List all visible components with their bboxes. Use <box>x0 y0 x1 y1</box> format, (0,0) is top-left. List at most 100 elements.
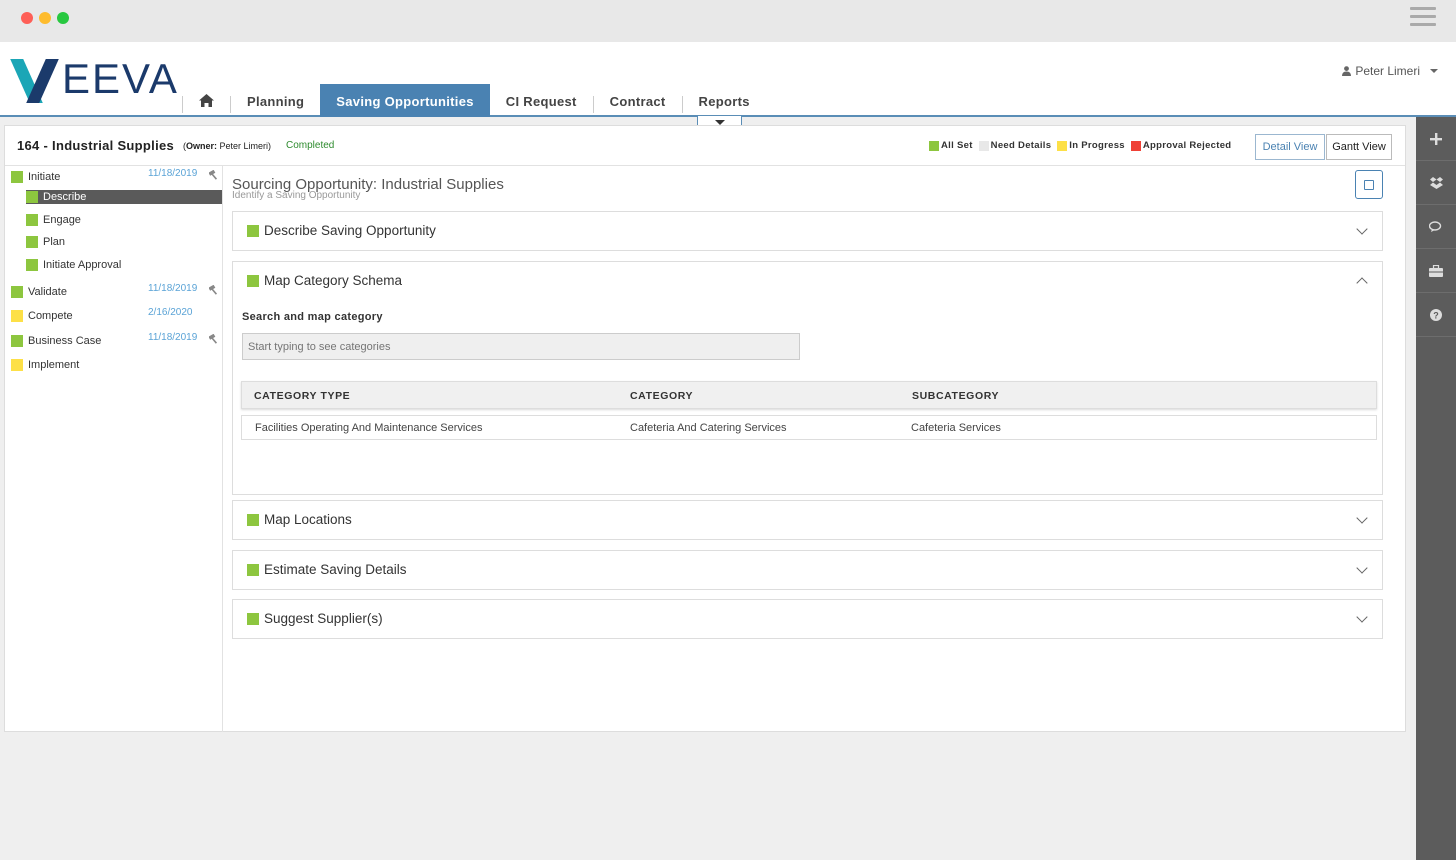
status-square <box>26 258 38 271</box>
user-menu[interactable]: Peter Limeri <box>1342 64 1438 78</box>
gantt-view-button[interactable]: Gantt View <box>1326 134 1392 160</box>
tree-date-initiate: 11/18/2019 <box>148 168 198 179</box>
main-nav: Planning Saving Opportunities CI Request… <box>182 84 766 117</box>
table-header: CATEGORY TYPE CATEGORY SUBCATEGORY <box>241 381 1377 409</box>
section-map-category-schema[interactable]: Map Category Schema <box>232 261 1383 301</box>
section-title: Map Category Schema <box>264 273 403 288</box>
chevron-down-icon <box>1430 69 1438 73</box>
tree-item-engage[interactable]: Engage <box>26 212 81 227</box>
minimize-window-button[interactable] <box>39 12 51 24</box>
section-estimate-saving-details[interactable]: Estimate Saving Details <box>232 550 1383 590</box>
briefcase-button[interactable] <box>1416 249 1456 293</box>
table-row[interactable]: Facilities Operating And Maintenance Ser… <box>241 415 1377 440</box>
nav-contract[interactable]: Contract <box>594 84 682 117</box>
main-panel: 164 - Industrial Supplies (Owner: Peter … <box>4 125 1406 732</box>
project-owner: (Owner: Peter Limeri) <box>183 141 272 151</box>
nav-ci-request[interactable]: CI Request <box>490 84 593 117</box>
section-map-locations[interactable]: Map Locations <box>232 500 1383 540</box>
section-title: Map Locations <box>264 512 352 527</box>
status-square <box>26 191 38 203</box>
cell-category-type: Facilities Operating And Maintenance Ser… <box>255 422 483 434</box>
section-suggest-suppliers[interactable]: Suggest Supplier(s) <box>232 599 1383 639</box>
status-square <box>11 170 23 183</box>
maximize-window-button[interactable] <box>57 12 69 24</box>
legend-in-progress: In Progress <box>1057 140 1125 151</box>
menu-icon[interactable] <box>1410 7 1436 29</box>
status-square <box>11 309 23 322</box>
right-toolbar: ? <box>1416 117 1456 860</box>
legend-need-details: Need Details <box>978 140 1052 151</box>
comments-button[interactable] <box>1416 205 1456 249</box>
tree-item-initiate[interactable]: Initiate <box>11 169 60 184</box>
chevron-down-icon[interactable] <box>1356 611 1368 623</box>
legend-all-set: All Set <box>929 140 973 151</box>
tree-item-initiate-approval[interactable]: Initiate Approval <box>26 257 121 272</box>
chat-icon <box>1429 220 1442 232</box>
note-icon <box>1364 179 1374 190</box>
user-icon <box>1342 66 1352 76</box>
nav-saving-opportunities[interactable]: Saving Opportunities <box>320 84 490 117</box>
chevron-down-icon[interactable] <box>1356 562 1368 574</box>
map-category-schema-body: Search and map category CATEGORY TYPE CA… <box>232 300 1383 495</box>
plus-icon <box>1430 132 1442 145</box>
add-button[interactable] <box>1416 117 1456 161</box>
section-describe-saving-opportunity[interactable]: Describe Saving Opportunity <box>232 211 1383 251</box>
home-icon <box>199 94 214 107</box>
hammer-icon[interactable] <box>209 170 220 180</box>
window-titlebar <box>0 0 1456 42</box>
tree-item-describe[interactable]: Describe <box>26 190 222 204</box>
cell-category: Cafeteria And Catering Services <box>630 422 787 434</box>
project-header: 164 - Industrial Supplies (Owner: Peter … <box>5 126 1405 166</box>
status-square <box>11 285 23 298</box>
hammer-icon[interactable] <box>209 334 220 344</box>
tree-item-plan[interactable]: Plan <box>26 234 65 249</box>
column-header-category-type[interactable]: CATEGORY TYPE <box>254 390 350 402</box>
tree-item-compete[interactable]: Compete <box>11 308 73 323</box>
tree-item-implement[interactable]: Implement <box>11 357 79 372</box>
nav-home[interactable] <box>183 84 230 117</box>
project-title: 164 - Industrial Supplies <box>17 138 175 153</box>
nav-reports[interactable]: Reports <box>683 84 766 117</box>
tree-item-validate[interactable]: Validate <box>11 284 67 299</box>
logo-mark <box>10 59 60 103</box>
legend-approval-rejected: Approval Rejected <box>1130 140 1232 151</box>
status-square <box>247 564 259 576</box>
help-icon: ? <box>1430 308 1442 321</box>
logo-text: EEVA <box>62 55 179 102</box>
chevron-up-icon[interactable] <box>1356 277 1368 289</box>
briefcase-icon <box>1429 264 1443 277</box>
svg-text:?: ? <box>1433 310 1439 320</box>
detail-view-button[interactable]: Detail View <box>1255 134 1325 160</box>
status-square <box>11 358 23 371</box>
status-square <box>247 613 259 625</box>
notes-button[interactable] <box>1355 170 1383 199</box>
hammer-icon[interactable] <box>209 285 220 295</box>
status-square <box>247 275 259 287</box>
status-square <box>26 235 38 248</box>
help-button[interactable]: ? <box>1416 293 1456 337</box>
status-square <box>11 334 23 347</box>
status-legend: All Set Need Details In Progress Approva… <box>929 140 1237 151</box>
category-table: CATEGORY TYPE CATEGORY SUBCATEGORY Facil… <box>241 381 1377 440</box>
column-header-subcategory[interactable]: SUBCATEGORY <box>912 390 999 402</box>
close-window-button[interactable] <box>21 12 33 24</box>
stack-icon <box>1429 176 1443 189</box>
chevron-down-icon[interactable] <box>1356 512 1368 524</box>
section-title: Suggest Supplier(s) <box>264 611 383 626</box>
stage-tree: Initiate 11/18/2019 Describe Engage Plan… <box>5 166 223 732</box>
dropbox-button[interactable] <box>1416 161 1456 205</box>
nav-planning[interactable]: Planning <box>231 84 320 117</box>
app-header: EEVA Planning Saving Opportunities CI Re… <box>0 42 1456 117</box>
section-title: Describe Saving Opportunity <box>264 223 436 238</box>
chevron-down-icon[interactable] <box>1356 223 1368 235</box>
xeeva-logo[interactable]: EEVA <box>10 55 179 103</box>
tree-item-business-case[interactable]: Business Case <box>11 333 101 348</box>
user-name: Peter Limeri <box>1355 64 1420 78</box>
column-header-category[interactable]: CATEGORY <box>630 390 693 402</box>
tree-date-business-case: 11/18/2019 <box>148 332 198 343</box>
category-search-input[interactable] <box>242 333 800 360</box>
status-square <box>26 213 38 226</box>
tree-date-validate: 11/18/2019 <box>148 283 198 294</box>
status-square <box>247 225 259 237</box>
content-subtitle: Identify a Saving Opportunity <box>232 190 361 201</box>
